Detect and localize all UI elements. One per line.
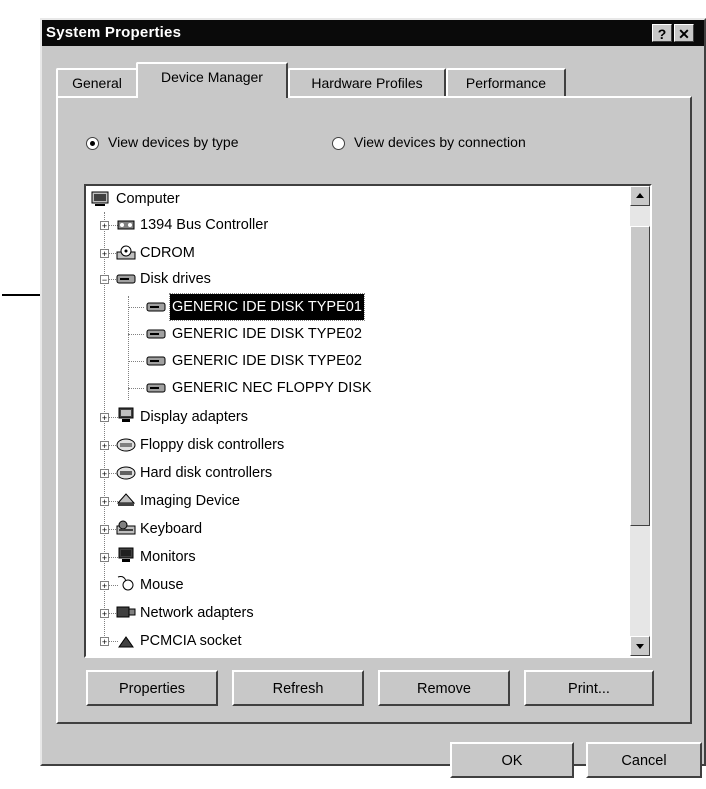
pcmcia-icon bbox=[118, 636, 134, 648]
imaging-device-icon bbox=[116, 493, 136, 506]
expand-button[interactable]: + bbox=[100, 441, 109, 451]
tree-item-label: Computer bbox=[116, 191, 180, 207]
tree-item-floppy-disk-controllers[interactable]: + Floppy disk controllers bbox=[86, 432, 606, 458]
tree-item-cdrom[interactable]: + CDROM bbox=[86, 240, 606, 266]
tree-item-disk-type02[interactable]: GENERIC IDE DISK TYPE02 bbox=[86, 348, 606, 374]
tree-item-label: Floppy disk controllers bbox=[140, 437, 285, 453]
tree-item-label: GENERIC IDE DISK TYPE01 bbox=[169, 293, 365, 321]
tree-item-pcmcia-socket[interactable]: + PCMCIA socket bbox=[86, 628, 606, 654]
up-arrow-icon bbox=[636, 193, 644, 198]
tree-item-keyboard[interactable]: + Keyboard bbox=[86, 516, 606, 542]
expand-button[interactable]: + bbox=[100, 497, 109, 507]
tree-item-label: Keyboard bbox=[140, 521, 203, 537]
remove-button[interactable]: Remove bbox=[378, 670, 510, 706]
expand-button[interactable]: + bbox=[100, 249, 109, 259]
tree-item-label: CDROM bbox=[140, 245, 195, 261]
title-bar[interactable]: System Properties ? ✕ bbox=[42, 20, 704, 46]
network-adapter-icon bbox=[116, 606, 136, 618]
tree-item-mouse[interactable]: + Mouse bbox=[86, 572, 606, 598]
tab-performance[interactable]: Performance bbox=[446, 68, 566, 96]
vertical-scrollbar[interactable] bbox=[630, 186, 650, 656]
view-by-connection-label[interactable]: View devices by connection bbox=[354, 134, 526, 150]
tree-item-display-adapters[interactable]: + Display adapters bbox=[86, 404, 606, 430]
disk-drive-icon bbox=[116, 274, 136, 284]
cancel-button[interactable]: Cancel bbox=[586, 742, 702, 778]
disk-drive-icon bbox=[146, 356, 166, 366]
window-title: System Properties bbox=[46, 24, 182, 41]
tree-item-1394-bus-controller[interactable]: + 1394 Bus Controller bbox=[86, 212, 606, 238]
expand-button[interactable]: + bbox=[100, 525, 109, 535]
tree-item-monitors[interactable]: + Monitors bbox=[86, 544, 606, 570]
tree-item-label: GENERIC IDE DISK TYPE02 bbox=[172, 353, 362, 369]
expand-button[interactable]: + bbox=[100, 581, 109, 591]
scroll-down-button[interactable] bbox=[630, 636, 650, 656]
view-by-type-radio[interactable] bbox=[86, 137, 99, 150]
expand-button[interactable]: + bbox=[100, 221, 109, 231]
computer-icon bbox=[91, 191, 109, 206]
floppy-controller-icon bbox=[116, 438, 136, 452]
print-button[interactable]: Print... bbox=[524, 670, 654, 706]
tree-item-label: GENERIC NEC FLOPPY DISK bbox=[172, 380, 372, 396]
tree-item-disk-type01[interactable]: GENERIC IDE DISK TYPE01 bbox=[86, 293, 606, 321]
expand-button[interactable]: + bbox=[100, 469, 109, 479]
expand-button[interactable]: + bbox=[100, 413, 109, 423]
collapse-button[interactable]: − bbox=[100, 275, 109, 285]
properties-button[interactable]: Properties bbox=[86, 670, 218, 706]
view-by-connection-radio[interactable] bbox=[332, 137, 345, 150]
tree-item-label: Mouse bbox=[140, 577, 184, 593]
device-tree[interactable]: Computer + 1394 Bus Controller + CDROM −… bbox=[84, 184, 652, 658]
tree-item-imaging-device[interactable]: + Imaging Device bbox=[86, 488, 606, 514]
monitor-icon bbox=[118, 547, 134, 562]
system-properties-window: System Properties ? ✕ General Device Man… bbox=[40, 18, 706, 778]
help-button[interactable]: ? bbox=[652, 24, 672, 42]
hard-disk-controller-icon bbox=[116, 466, 136, 480]
disk-drive-icon bbox=[146, 383, 166, 393]
disk-drive-icon bbox=[146, 302, 166, 312]
tree-item-label: Imaging Device bbox=[140, 493, 240, 509]
ok-button[interactable]: OK bbox=[450, 742, 574, 778]
tree-item-label: Hard disk controllers bbox=[140, 465, 273, 481]
tree-item-label: PCMCIA socket bbox=[140, 633, 242, 649]
close-button[interactable]: ✕ bbox=[674, 24, 694, 42]
tab-device-manager[interactable]: Device Manager bbox=[136, 62, 288, 98]
tree-item-disk-drives[interactable]: − Disk drives bbox=[86, 266, 606, 292]
tree-item-disk-type02[interactable]: GENERIC IDE DISK TYPE02 bbox=[86, 321, 606, 347]
expand-button[interactable]: + bbox=[100, 609, 109, 619]
tree-item-label: Display adapters bbox=[140, 409, 248, 425]
keyboard-icon bbox=[116, 520, 136, 535]
cdrom-icon bbox=[116, 245, 136, 260]
down-arrow-icon bbox=[636, 644, 644, 649]
display-adapter-icon bbox=[118, 407, 134, 422]
tree-item-label: Network adapters bbox=[140, 605, 254, 621]
tree-item-label: GENERIC IDE DISK TYPE02 bbox=[172, 326, 362, 342]
mouse-icon bbox=[117, 576, 134, 591]
expand-button[interactable]: + bbox=[100, 637, 109, 647]
tree-item-label: Disk drives bbox=[140, 271, 211, 287]
tree-item-floppy-disk[interactable]: GENERIC NEC FLOPPY DISK bbox=[86, 375, 606, 401]
disk-drive-icon bbox=[146, 329, 166, 339]
tree-item-label: 1394 Bus Controller bbox=[140, 217, 269, 233]
tree-item-network-adapters[interactable]: + Network adapters bbox=[86, 600, 606, 626]
bus-controller-icon bbox=[117, 220, 135, 230]
scroll-up-button[interactable] bbox=[630, 186, 650, 206]
expand-button[interactable]: + bbox=[100, 553, 109, 563]
scroll-thumb[interactable] bbox=[630, 226, 650, 526]
tree-item-label: Monitors bbox=[140, 549, 196, 565]
tab-general[interactable]: General bbox=[56, 68, 138, 96]
refresh-button[interactable]: Refresh bbox=[232, 670, 364, 706]
tree-item-hard-disk-controllers[interactable]: + Hard disk controllers bbox=[86, 460, 606, 486]
tab-hardware-profiles[interactable]: Hardware Profiles bbox=[288, 68, 446, 96]
view-by-type-label[interactable]: View devices by type bbox=[108, 134, 238, 150]
